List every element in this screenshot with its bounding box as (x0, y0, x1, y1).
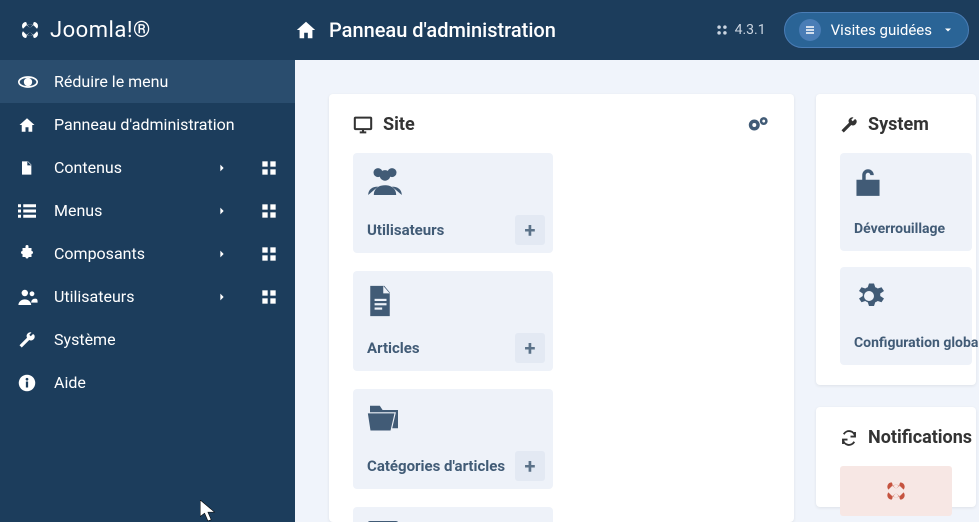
wrench-icon (18, 331, 38, 349)
puzzle-icon (18, 245, 38, 263)
grid-icon[interactable] (261, 289, 277, 305)
tile-label: Utilisateurs (367, 221, 539, 239)
chevron-right-icon (217, 247, 227, 261)
sidebar-item-label: Système (54, 330, 277, 349)
chevron-down-icon (942, 24, 954, 36)
sidebar-item-system[interactable]: Système (0, 318, 295, 361)
home-icon (18, 116, 38, 134)
tile-add-button[interactable]: + (515, 215, 545, 245)
users-icon (367, 167, 539, 195)
joomla-small-icon (715, 23, 729, 37)
sidebar-collapse-label: Réduire le menu (54, 72, 277, 91)
joomla-update-icon (883, 478, 909, 504)
gear-icon (854, 281, 958, 311)
guided-tours-button[interactable]: Visites guidées (784, 12, 969, 48)
desktop-icon (353, 116, 373, 134)
tile-media[interactable]: Médias (353, 507, 553, 522)
sidebar-item-help[interactable]: Aide (0, 361, 295, 404)
sidebar-item-dashboard[interactable]: Panneau d'administration (0, 103, 295, 146)
panel-header: System (840, 114, 952, 135)
tile-add-button[interactable]: + (515, 333, 545, 363)
wrench-icon (840, 116, 858, 134)
cursor-icon (200, 500, 218, 522)
tile-add-button[interactable]: + (515, 451, 545, 481)
tile-articles[interactable]: Articles + (353, 271, 553, 371)
chevron-right-icon (217, 161, 227, 175)
panel-settings-icon[interactable] (748, 116, 770, 134)
tile-label: Articles (367, 339, 539, 357)
brand-text: Joomla!® (50, 18, 151, 43)
panel-header: Notifications (840, 427, 952, 448)
sidebar-item-users[interactable]: Utilisateurs (0, 275, 295, 318)
folder-icon (367, 403, 539, 431)
panel-header: Site (353, 114, 770, 135)
page-title: Panneau d'administration (329, 18, 556, 42)
file-icon (18, 159, 38, 177)
collapse-icon (18, 75, 38, 89)
unlock-icon (854, 167, 958, 197)
logo-area[interactable]: Joomla!® (0, 18, 295, 43)
panel-system: System Déverrouillage Configuration glob… (816, 94, 976, 385)
page-title-area: Panneau d'administration (295, 18, 715, 42)
file-icon (367, 285, 539, 317)
version-badge[interactable]: 4.3.1 (715, 22, 766, 38)
refresh-icon (840, 429, 858, 447)
joomla-logo-icon (18, 18, 42, 42)
guided-tours-label: Visites guidées (831, 21, 932, 39)
chevron-right-icon (217, 290, 227, 304)
tile-label: Catégories d'articles (367, 457, 539, 475)
sidebar-item-content[interactable]: Contenus (0, 146, 295, 189)
grid-icon[interactable] (261, 246, 277, 262)
sidebar-item-components[interactable]: Composants (0, 232, 295, 275)
sidebar-item-menus[interactable]: Menus (0, 189, 295, 232)
notification-item[interactable] (840, 466, 952, 516)
system-tiles: Déverrouillage Configuration globale (840, 153, 952, 365)
map-icon (799, 19, 821, 41)
tile-users[interactable]: Utilisateurs + (353, 153, 553, 253)
sidebar-item-label: Utilisateurs (54, 287, 201, 306)
chevron-right-icon (217, 204, 227, 218)
panel-notifications: Notifications (816, 407, 976, 507)
panel-site: Site Utilisateurs + Articles + Catégorie (329, 94, 794, 522)
sidebar-item-label: Menus (54, 201, 201, 220)
grid-icon[interactable] (261, 203, 277, 219)
main-content: Site Utilisateurs + Articles + Catégorie (295, 60, 979, 522)
sidebar: Réduire le menu Panneau d'administration… (0, 60, 295, 522)
header: Joomla!® Panneau d'administration 4.3.1 … (0, 0, 979, 60)
tile-categories[interactable]: Catégories d'articles + (353, 389, 553, 489)
tile-label: Configuration globale (854, 335, 958, 351)
version-text: 4.3.1 (735, 22, 766, 38)
sidebar-item-label: Composants (54, 244, 201, 263)
tile-unlock[interactable]: Déverrouillage (840, 153, 972, 251)
panel-title: Site (383, 114, 415, 135)
tile-global-config[interactable]: Configuration globale (840, 267, 972, 365)
sidebar-item-label: Aide (54, 373, 277, 392)
sidebar-item-label: Panneau d'administration (54, 115, 277, 134)
users-icon (18, 289, 38, 305)
panel-title: System (868, 114, 929, 135)
info-icon (18, 374, 38, 392)
site-tiles: Utilisateurs + Articles + Catégories d'a… (353, 153, 770, 522)
list-icon (18, 204, 38, 218)
header-right: 4.3.1 Visites guidées (715, 12, 979, 48)
sidebar-item-label: Contenus (54, 158, 201, 177)
panel-title: Notifications (868, 427, 972, 448)
sidebar-collapse[interactable]: Réduire le menu (0, 60, 295, 103)
tile-label: Déverrouillage (854, 221, 958, 237)
grid-icon[interactable] (261, 160, 277, 176)
home-icon (295, 19, 317, 41)
